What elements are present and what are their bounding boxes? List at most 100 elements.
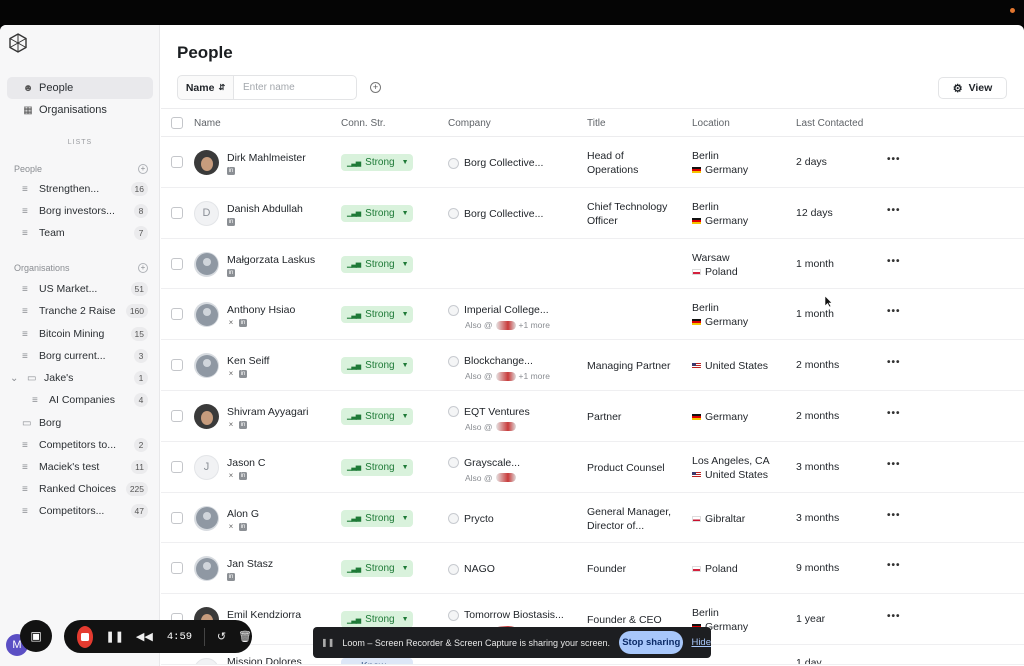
trash-icon[interactable]: 🗑 [238, 630, 252, 643]
sidebar-list-item[interactable]: ≡ Team 7 [22, 224, 148, 242]
table-row[interactable]: Dirk Mahlmeister in ▁▃▅ Strong ▼ Borg Collect… [161, 137, 1024, 188]
row-checkbox[interactable] [171, 156, 183, 168]
row-checkbox[interactable] [171, 511, 183, 524]
add-people-list-icon[interactable]: + [138, 164, 148, 174]
company-cell[interactable]: Prycto [448, 513, 494, 525]
person-name[interactable]: Jason C [227, 457, 266, 469]
sidebar-list-item[interactable]: ≡ Strengthen... 16 [22, 180, 148, 198]
x-icon[interactable]: × [227, 319, 235, 327]
connection-strength-dropdown[interactable]: ▁▃▅ Strong ▼ [341, 154, 413, 171]
linkedin-icon[interactable]: in [239, 471, 247, 480]
person-name[interactable]: Małgorzata Laskus [227, 254, 315, 266]
col-location[interactable]: Location [692, 118, 730, 129]
col-company[interactable]: Company [448, 118, 491, 129]
company-cell[interactable]: Borg Collective... [448, 157, 543, 169]
table-row[interactable]: Alon G × in ▁▃▅ Strong ▼ Prycto General Manager… [161, 493, 1024, 544]
person-name[interactable]: Ken Seiff [227, 355, 269, 367]
col-strength[interactable]: Conn. Str. [341, 118, 385, 129]
linkedin-icon[interactable]: in [239, 522, 247, 531]
company-cell[interactable]: Borg Collective... [448, 208, 543, 220]
connection-strength-dropdown[interactable]: ▁▃▅ Strong ▼ [341, 204, 413, 222]
linkedin-icon[interactable]: in [227, 268, 235, 277]
row-checkbox[interactable] [171, 206, 183, 219]
more-options-icon[interactable]: ••• [887, 205, 901, 216]
camera-toggle-button[interactable]: ▣ [20, 620, 52, 652]
sidebar-list-item[interactable]: ⌄ ▭ Jake's 1 [10, 369, 148, 387]
connection-strength-dropdown[interactable]: ▁▃▅ Strong ▼ [341, 509, 413, 527]
col-title[interactable]: Title [587, 118, 606, 129]
more-options-icon[interactable]: ••• [887, 408, 901, 419]
restart-icon[interactable]: ↺ [217, 630, 226, 643]
chevron-down-icon[interactable]: ⌄ [10, 373, 20, 384]
person-name[interactable]: Anthony Hsiao [227, 304, 295, 316]
hide-link[interactable]: Hide [691, 637, 711, 648]
table-row[interactable]: D Danish Abdullah in ▁▃▅ Strong ▼ Borg Collect… [161, 188, 1024, 239]
row-checkbox[interactable] [171, 409, 183, 422]
add-org-list-icon[interactable]: + [138, 263, 148, 273]
company-cell[interactable]: Tomorrow Biostasis... [448, 609, 564, 621]
sidebar-list-item[interactable]: ≡ Ranked Choices 225 [22, 480, 148, 498]
person-name[interactable]: Jan Stasz [227, 558, 273, 570]
company-cell[interactable]: Blockchange... [448, 355, 533, 367]
more-options-icon[interactable]: ••• [887, 510, 901, 521]
row-checkbox[interactable] [171, 308, 183, 321]
sidebar-item-organisations[interactable]: ▦ Organisations [7, 99, 153, 121]
linkedin-icon[interactable]: in [227, 167, 235, 175]
company-cell[interactable]: Imperial College... [448, 304, 549, 316]
more-options-icon[interactable]: ••• [887, 256, 901, 267]
more-count[interactable]: +1 more [519, 371, 550, 381]
x-icon[interactable]: × [227, 522, 235, 531]
table-row[interactable]: Shivram Ayyagari × in ▁▃▅ Strong ▼ EQT Venture… [161, 391, 1024, 442]
person-name[interactable]: Danish Abdullah [227, 203, 303, 215]
company-cell[interactable]: EQT Ventures [448, 406, 530, 418]
connection-strength-dropdown[interactable]: ▁▃▅ Strong ▼ [341, 560, 413, 578]
company-cell[interactable]: NAGO [448, 563, 495, 575]
table-row[interactable]: Małgorzata Laskus in ▁▃▅ Strong ▼ Warsaw Polan… [161, 239, 1024, 290]
table-row[interactable]: Ken Seiff × in ▁▃▅ Strong ▼ Blockchange... Also… [161, 340, 1024, 391]
row-checkbox[interactable] [171, 460, 183, 473]
connection-strength-dropdown[interactable]: ▁▃▅ Strong ▼ [341, 458, 413, 476]
more-options-icon[interactable]: ••• [887, 306, 901, 317]
more-options-icon[interactable]: ••• [887, 611, 901, 622]
table-row[interactable]: Anthony Hsiao × in ▁▃▅ Strong ▼ Imperial Colle… [161, 289, 1024, 341]
table-row[interactable]: J Jason C × in ▁▃▅ Strong ▼ Grayscale... Also @ P… [161, 442, 1024, 493]
linkedin-icon[interactable]: in [239, 370, 247, 379]
sidebar-list-item[interactable]: ≡ Tranche 2 Raise 160 [22, 302, 148, 320]
sidebar-list-item[interactable]: ▭ Borg [22, 414, 148, 432]
sidebar-list-item[interactable]: ≡ Competitors... 47 [22, 502, 148, 520]
sidebar-list-item[interactable]: ≡ Maciek's test 11 [22, 458, 148, 476]
rewind-icon[interactable]: ◀◀ [136, 630, 153, 643]
pause-icon[interactable]: ❚❚ [105, 630, 123, 643]
connection-strength-dropdown[interactable]: ▁▃▅ Strong ▼ [341, 611, 413, 629]
sidebar-list-item[interactable]: ≡ Bitcoin Mining 15 [22, 325, 148, 343]
name-search-input[interactable] [234, 75, 357, 100]
sidebar-list-item[interactable]: ≡ US Market... 51 [22, 280, 148, 298]
more-options-icon[interactable]: ••• [887, 154, 901, 165]
stop-recording-button[interactable] [77, 625, 94, 648]
connection-strength-dropdown[interactable]: ▁▃▅ Strong ▼ [341, 255, 413, 273]
row-checkbox[interactable] [171, 562, 183, 575]
filter-field-select[interactable]: Name ⇵ [177, 75, 234, 100]
stop-sharing-button[interactable]: Stop sharing [619, 631, 684, 654]
drag-handle-icon[interactable]: ❚❚ [321, 638, 334, 647]
person-name[interactable]: Shivram Ayyagari [227, 406, 309, 418]
connection-strength-dropdown[interactable]: ▁▃▅ Strong ▼ [341, 357, 413, 375]
x-icon[interactable]: × [227, 370, 235, 378]
x-icon[interactable]: × [227, 471, 235, 480]
add-filter-icon[interactable]: + [370, 82, 381, 93]
company-cell[interactable]: Grayscale... [448, 457, 520, 469]
sidebar-list-item[interactable]: ≡ AI Companies 4 [32, 391, 148, 409]
person-name[interactable]: Mission Dolores [227, 656, 302, 664]
select-all-checkbox[interactable] [171, 117, 183, 129]
more-count[interactable]: +1 more [519, 320, 550, 330]
person-name[interactable]: Alon G [227, 508, 259, 520]
sidebar-list-item[interactable]: ≡ Borg investors... 8 [22, 202, 148, 220]
sidebar-item-people[interactable]: ☻ People [7, 77, 153, 99]
row-checkbox[interactable] [171, 359, 183, 372]
linkedin-icon[interactable]: in [239, 420, 247, 429]
x-icon[interactable]: × [227, 420, 235, 429]
linkedin-icon[interactable]: in [239, 319, 247, 328]
person-name[interactable]: Dirk Mahlmeister [227, 152, 306, 164]
more-options-icon[interactable]: ••• [887, 560, 901, 571]
connection-strength-dropdown[interactable]: ▁▃▅ Strong ▼ [341, 306, 413, 324]
